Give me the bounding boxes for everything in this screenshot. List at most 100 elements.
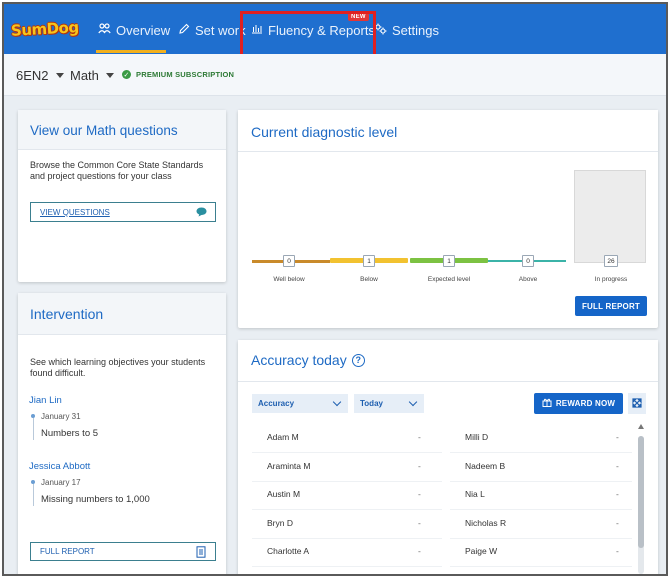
check-circle-icon: ✓ — [122, 70, 131, 79]
view-questions-button[interactable]: VIEW QUESTIONS — [30, 202, 216, 222]
row-divider — [252, 452, 442, 453]
student-name: Austin M — [267, 489, 301, 499]
reward-now-button[interactable]: REWARD NOW — [534, 393, 623, 414]
row-divider — [450, 452, 632, 453]
pencil-icon — [178, 23, 190, 38]
student-accuracy-value: - — [418, 432, 421, 442]
nav-tab-overview[interactable]: Overview — [98, 20, 170, 40]
student-name: Charlotte A — [267, 546, 310, 556]
intervention-card: Intervention See which learning objectiv… — [18, 293, 226, 574]
diagnostic-title: Current diagnostic level — [251, 124, 398, 140]
premium-label: PREMIUM SUBSCRIPTION — [136, 70, 235, 79]
reward-now-label: REWARD NOW — [555, 399, 616, 408]
timeline-line — [32, 484, 34, 506]
math-card-title: View our Math questions — [30, 123, 178, 138]
document-icon — [196, 546, 206, 560]
student-name: Nicholas R — [465, 517, 507, 528]
row-divider — [450, 537, 632, 539]
expand-button[interactable] — [628, 393, 646, 414]
full-report-label: FULL REPORT — [40, 547, 95, 556]
student-link-jessica-abbott[interactable]: Jessica Abbott — [29, 461, 90, 472]
class-selector[interactable]: 6EN2 — [16, 68, 64, 83]
active-tab-indicator — [96, 50, 166, 53]
student-name: Araminta M — [267, 460, 311, 471]
scroll-up-arrow[interactable] — [638, 424, 644, 429]
student-accuracy-value: - — [616, 432, 619, 442]
nav-tab-label: Set work — [195, 22, 246, 38]
label-in-progress: In progress — [594, 276, 628, 283]
scrollbar-thumb[interactable] — [638, 436, 644, 548]
label-expected: Expected level — [427, 276, 471, 283]
count-well-below: 0 — [283, 255, 295, 267]
student-name: Adam M — [267, 432, 299, 442]
chevron-down-icon — [105, 73, 114, 78]
student-name: Bryn D — [267, 517, 293, 528]
student-name: Milli D — [465, 432, 489, 442]
objective-date: January 17 — [41, 478, 81, 487]
speech-bubble-icon — [196, 207, 207, 219]
student-accuracy-value: - — [616, 546, 619, 556]
row-divider — [252, 537, 442, 539]
timeline-line — [32, 418, 34, 440]
student-accuracy-value: - — [418, 489, 421, 499]
row-divider — [252, 480, 442, 482]
logo-text: SumDog — [10, 18, 80, 40]
accuracy-card: Accuracy today ? Accuracy Today REWARD N… — [238, 340, 658, 574]
objective-text: Numbers to 5 — [41, 428, 99, 439]
help-icon[interactable]: ? — [351, 353, 365, 367]
count-in-progress: 26 — [604, 255, 618, 267]
class-name: 6EN2 — [16, 68, 49, 83]
row-divider — [450, 509, 632, 510]
intervention-description: See which learning objectives your stude… — [30, 357, 206, 378]
expand-icon — [632, 395, 642, 413]
count-above: 0 — [522, 255, 534, 267]
subject-selector[interactable]: Math — [70, 68, 114, 83]
app-window: SumDog Overview Set work Fluency & Repor… — [2, 2, 668, 576]
diagnostic-full-report-button[interactable]: FULL REPORT — [575, 296, 647, 316]
accuracy-title-text: Accuracy today — [251, 352, 347, 368]
intervention-title: Intervention — [30, 306, 104, 322]
chevron-down-icon — [408, 397, 418, 407]
row-divider — [252, 509, 442, 510]
row-divider — [450, 566, 632, 567]
student-accuracy-value: - — [616, 460, 619, 471]
view-questions-label: VIEW QUESTIONS — [40, 207, 110, 217]
label-below: Below — [360, 276, 378, 283]
math-questions-card: View our Math questions Browse the Commo… — [18, 110, 226, 282]
student-link-jian-lin[interactable]: Jian Lin — [29, 395, 62, 406]
diagnostic-card: Current diagnostic level 0 1 1 0 26 Well… — [238, 110, 658, 328]
student-accuracy-value: - — [418, 546, 421, 556]
accuracy-period-dropdown[interactable]: Today — [354, 394, 424, 413]
student-name: Nia L — [465, 489, 485, 499]
math-card-description: Browse the Common Core State Standards a… — [30, 160, 204, 181]
student-name: Paige W — [465, 546, 498, 556]
premium-status: ✓ PREMIUM SUBSCRIPTION — [122, 70, 234, 79]
row-divider — [450, 480, 632, 482]
student-name: Nadeem B — [465, 460, 506, 471]
student-accuracy-value: - — [616, 489, 619, 499]
nav-tab-label: Overview — [116, 22, 171, 38]
count-below: 1 — [363, 255, 375, 267]
nav-tab-label: Settings — [392, 22, 439, 38]
nav-tab-set-work[interactable]: Set work — [178, 20, 246, 40]
accuracy-title: Accuracy today ? — [251, 352, 365, 368]
class-subject-bar: 6EN2 Math ✓ PREMIUM SUBSCRIPTION — [4, 54, 666, 96]
in-progress-bar — [574, 170, 646, 263]
row-divider — [252, 566, 442, 567]
sumdog-logo[interactable]: SumDog — [10, 14, 80, 44]
label-above: Above — [518, 276, 538, 283]
objective-text: Missing numbers to 1,000 — [41, 494, 150, 505]
objective-date: January 31 — [41, 412, 81, 421]
subject-name: Math — [70, 68, 99, 83]
label-well-below: Well below — [273, 276, 305, 283]
gift-icon — [542, 398, 552, 409]
intervention-full-report-button[interactable]: FULL REPORT — [30, 542, 216, 561]
dropdown-value: Accuracy — [258, 399, 295, 408]
chevron-down-icon — [332, 397, 342, 407]
nav-tab-settings[interactable]: Settings — [374, 20, 439, 40]
group-icon — [98, 23, 111, 37]
accuracy-metric-dropdown[interactable]: Accuracy — [252, 394, 348, 413]
dropdown-value: Today — [360, 399, 383, 408]
count-expected: 1 — [443, 255, 455, 267]
student-accuracy-value: - — [418, 517, 421, 528]
